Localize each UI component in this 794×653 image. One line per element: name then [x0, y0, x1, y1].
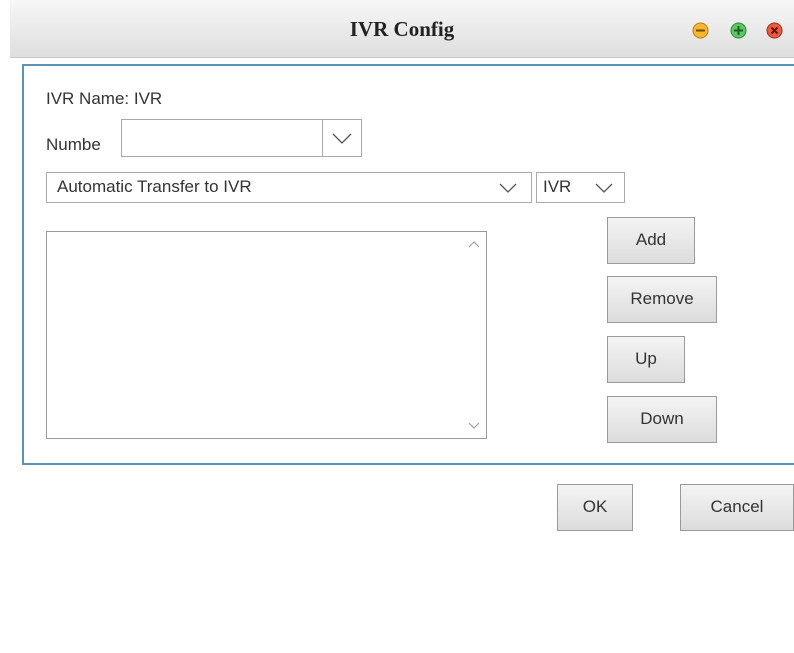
down-button[interactable]: Down: [607, 396, 717, 443]
maximize-icon[interactable]: [730, 22, 747, 39]
number-combobox[interactable]: [121, 119, 362, 157]
window-title: IVR Config: [349, 17, 455, 41]
minimize-icon[interactable]: [692, 22, 709, 39]
cancel-button[interactable]: Cancel: [680, 484, 794, 531]
scroll-down-icon[interactable]: [468, 422, 480, 430]
chevron-down-icon[interactable]: [332, 133, 352, 145]
chevron-down-icon[interactable]: [499, 183, 517, 194]
close-icon[interactable]: [766, 22, 783, 39]
up-button[interactable]: Up: [607, 336, 685, 383]
scroll-up-icon[interactable]: [468, 240, 480, 248]
ivr-name-label: IVR Name: IVR: [46, 89, 163, 108]
target-selected-value: IVR: [543, 177, 572, 196]
remove-button[interactable]: Remove: [607, 276, 717, 323]
add-button[interactable]: Add: [607, 217, 695, 264]
transfer-select[interactable]: Automatic Transfer to IVR: [46, 172, 532, 203]
ok-button[interactable]: OK: [557, 484, 633, 531]
list-scrollbar[interactable]: [462, 232, 486, 438]
chevron-down-icon[interactable]: [595, 183, 613, 194]
title-bar: IVR Config: [10, 0, 794, 58]
target-select[interactable]: IVR: [536, 172, 625, 203]
transfer-selected-value: Automatic Transfer to IVR: [57, 177, 252, 196]
number-label: Numbe: [46, 135, 101, 154]
ivr-entries-list[interactable]: [46, 231, 487, 439]
